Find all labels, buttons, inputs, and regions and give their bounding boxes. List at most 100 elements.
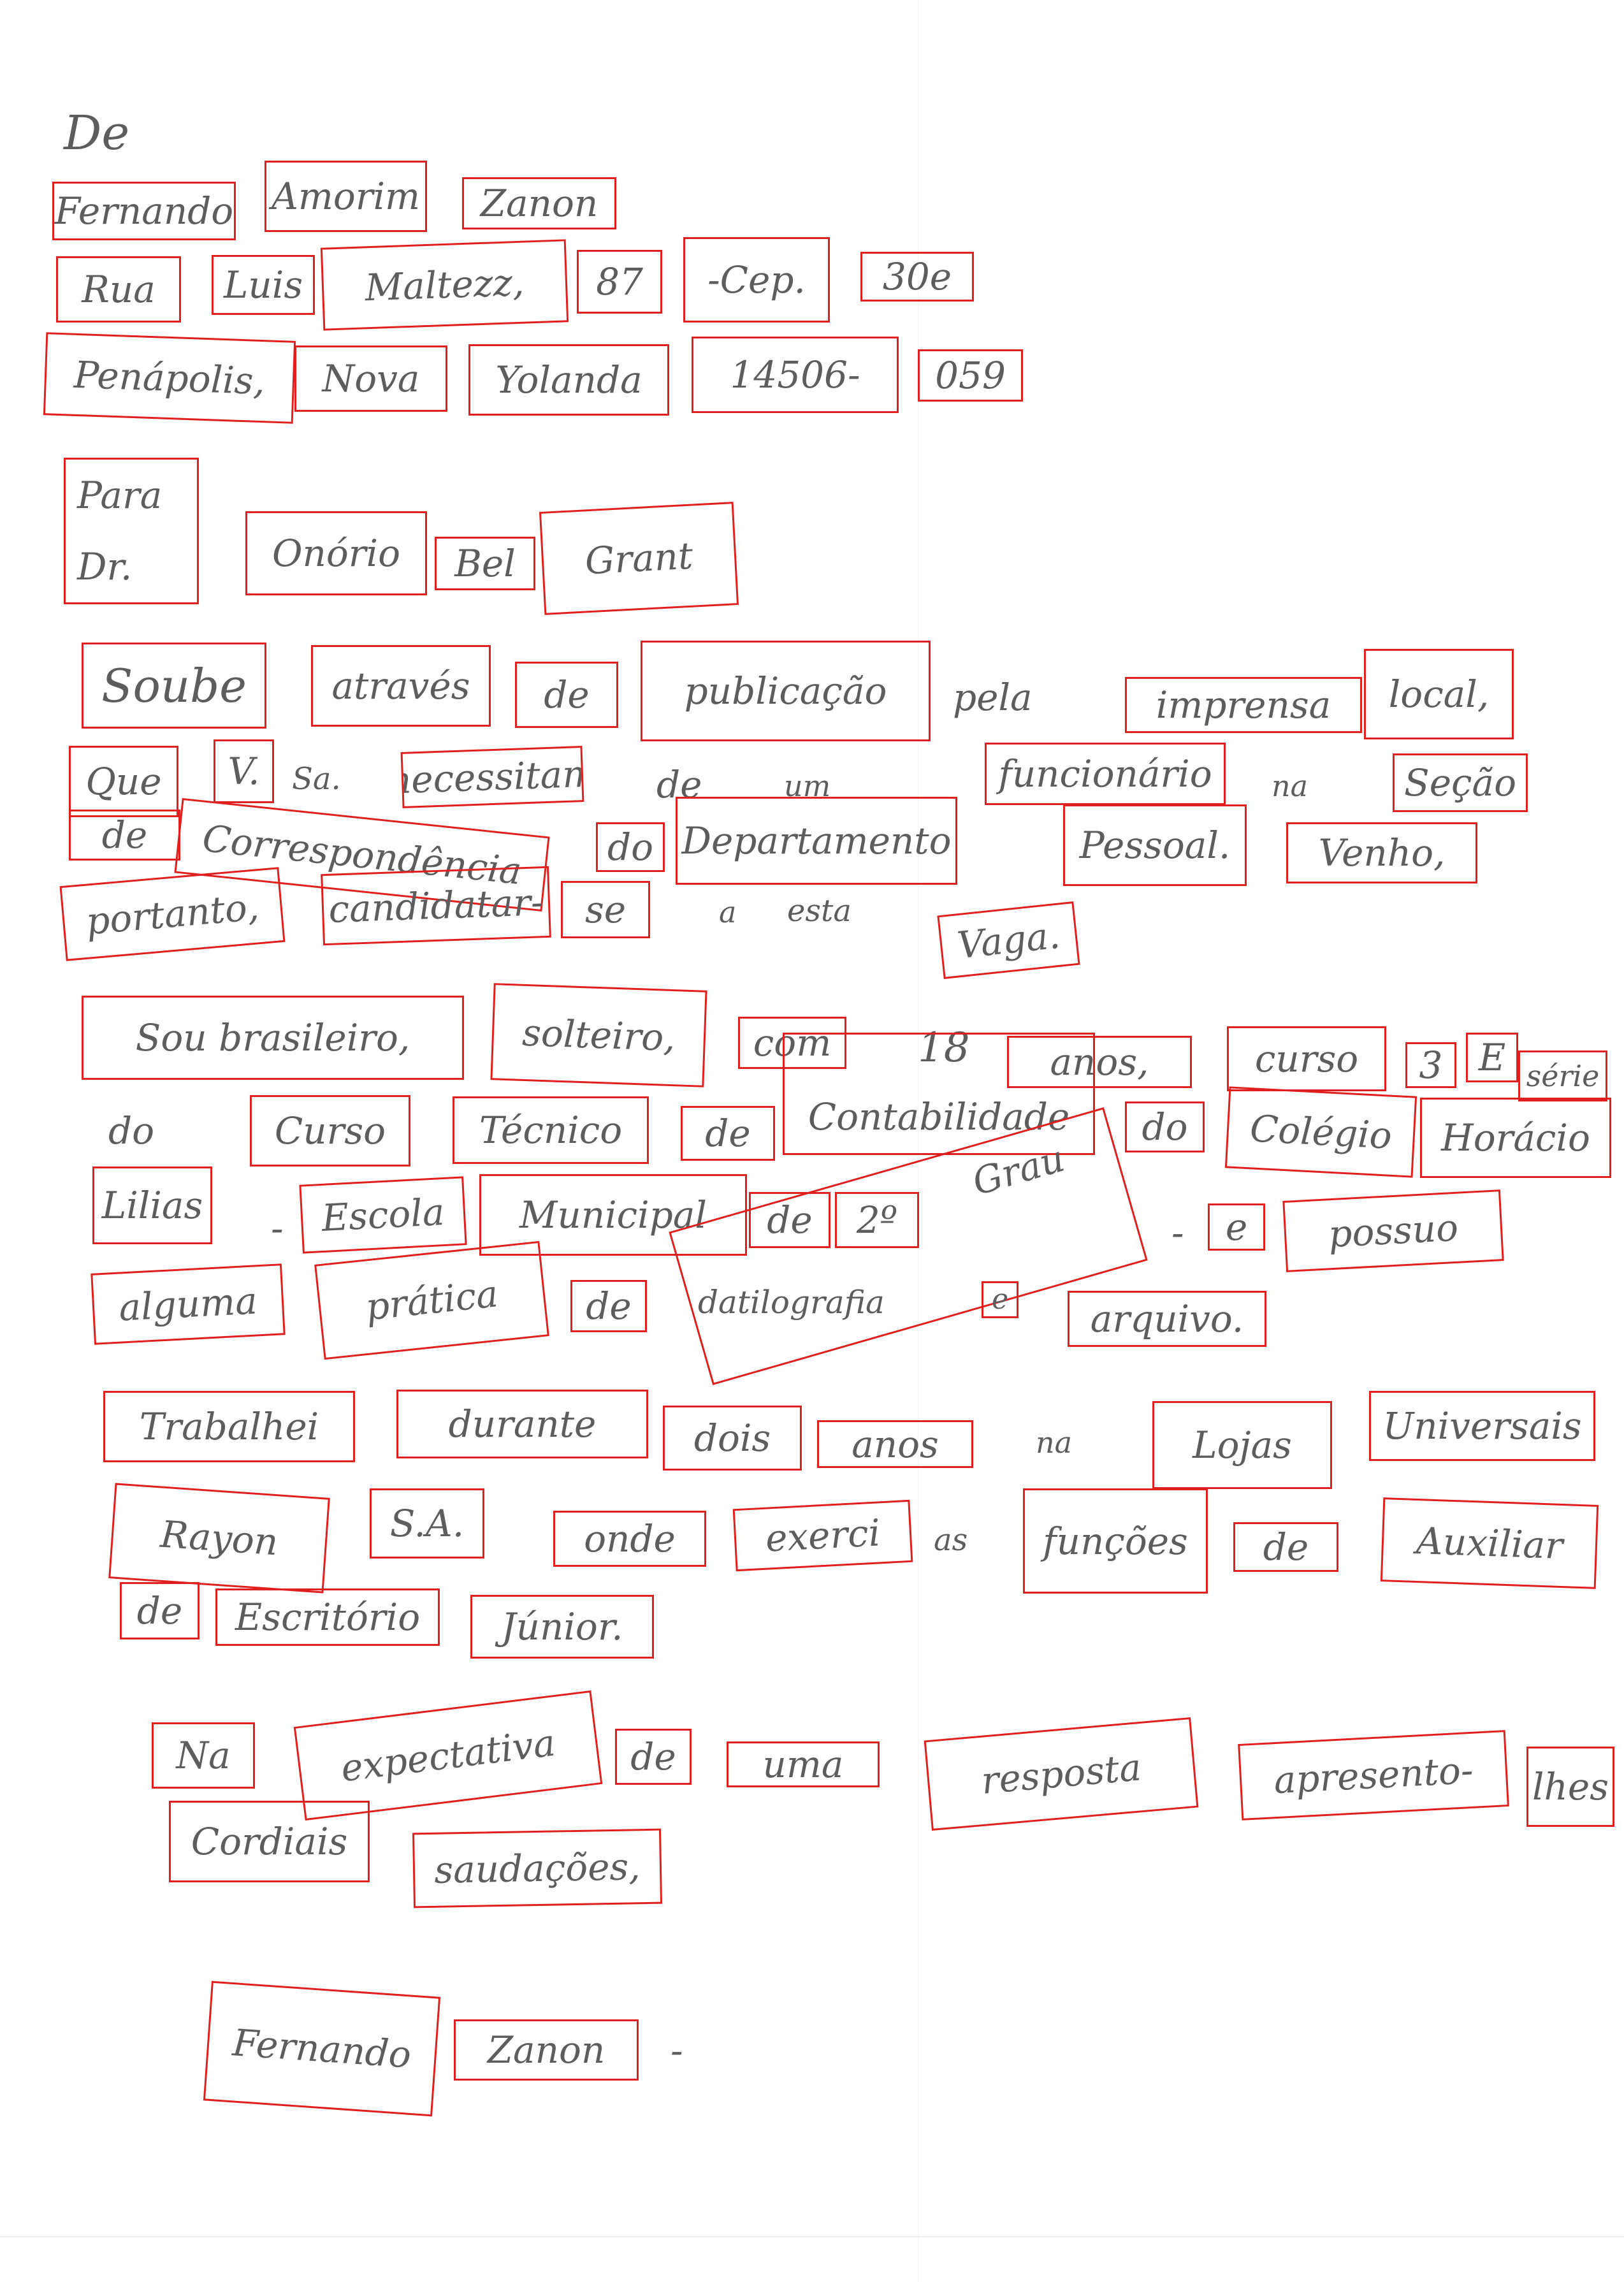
word-box: Técnico bbox=[453, 1096, 649, 1164]
word-text: datilografia bbox=[698, 1284, 885, 1321]
word-text: a bbox=[719, 895, 737, 929]
word-box: de bbox=[681, 1106, 775, 1161]
word-box: e bbox=[1208, 1203, 1265, 1251]
word-box: imprensa bbox=[1125, 677, 1362, 733]
word-box: Nova bbox=[294, 345, 447, 412]
word-box: Na bbox=[152, 1722, 255, 1789]
word-box: publicação bbox=[641, 641, 931, 741]
word-box: Escritório bbox=[215, 1588, 440, 1646]
word-box: Curso bbox=[250, 1095, 410, 1166]
word-text: - bbox=[1171, 1211, 1184, 1254]
word-box: Yolanda bbox=[468, 344, 669, 416]
greeting-text: De bbox=[64, 106, 130, 161]
word-box: Que bbox=[69, 746, 178, 817]
word-box: Soube bbox=[82, 643, 266, 729]
letter-page: De Fernando Amorim Zanon Rua Luis Maltez… bbox=[0, 0, 1624, 2282]
word-box: possuo bbox=[1282, 1189, 1504, 1272]
word-box: Colégio bbox=[1224, 1086, 1417, 1178]
word-box: do bbox=[1125, 1101, 1205, 1152]
word-box: Fernando bbox=[52, 182, 236, 240]
word-box: funções bbox=[1023, 1488, 1208, 1594]
word-box: Lilias bbox=[92, 1166, 212, 1244]
word-box: apresento- bbox=[1238, 1730, 1509, 1821]
word-text: Dr. bbox=[77, 545, 133, 588]
word-box: dois bbox=[663, 1406, 802, 1471]
word-box: de bbox=[515, 662, 618, 728]
word-box: Onório bbox=[245, 511, 427, 595]
word-box: Pessoal. bbox=[1063, 804, 1247, 886]
word-box: funcionário bbox=[985, 743, 1226, 805]
word-box: Luis bbox=[212, 255, 315, 315]
word-box: durante bbox=[396, 1390, 648, 1458]
word-box: candidatar- bbox=[321, 866, 551, 946]
word-box: curso bbox=[1227, 1026, 1386, 1091]
word-box: necessitam bbox=[400, 746, 584, 808]
word-box: Seção bbox=[1393, 753, 1528, 812]
word-text: esta bbox=[787, 893, 852, 929]
word-box: lhes bbox=[1526, 1747, 1614, 1827]
word-box: 3 bbox=[1405, 1042, 1456, 1088]
word-box: Rua bbox=[56, 256, 181, 323]
word-box: onde bbox=[553, 1511, 706, 1567]
signature-last-name-box: Zanon bbox=[454, 2019, 639, 2081]
word-box: uma bbox=[727, 1741, 880, 1787]
word-text: Sa. bbox=[292, 761, 341, 797]
word-box: Grant bbox=[539, 502, 739, 615]
word-box: Maltezz, bbox=[320, 239, 569, 331]
word-box: arquivo. bbox=[1068, 1291, 1266, 1347]
word-box: Auxiliar bbox=[1380, 1497, 1599, 1589]
word-box: 14506- bbox=[692, 337, 899, 413]
word-box: E bbox=[1466, 1033, 1518, 1082]
word-box: Rayon bbox=[108, 1483, 330, 1594]
word-text: - bbox=[271, 1207, 284, 1250]
word-box: Cordiais bbox=[169, 1801, 370, 1882]
word-box: de bbox=[570, 1280, 647, 1332]
word-box: Trabalhei bbox=[103, 1391, 355, 1462]
word-box: alguma bbox=[91, 1263, 286, 1345]
word-text: pela bbox=[953, 676, 1033, 719]
word-text: do bbox=[108, 1109, 155, 1152]
word-box: Júnior. bbox=[470, 1595, 654, 1659]
word-box: de bbox=[615, 1729, 692, 1785]
word-box: solteiro, bbox=[490, 983, 707, 1087]
word-box: e bbox=[982, 1281, 1019, 1318]
word-box: V. bbox=[214, 739, 274, 803]
word-box: Penápolis, bbox=[43, 332, 296, 424]
word-text: as bbox=[934, 1522, 968, 1558]
word-box: 87 bbox=[577, 250, 662, 314]
signature-first-name-box: Fernando bbox=[203, 1980, 441, 2117]
word-box: Escola bbox=[299, 1176, 467, 1254]
word-box: do bbox=[596, 822, 665, 872]
word-box: série bbox=[1518, 1050, 1607, 1101]
signature-dash: - bbox=[671, 2029, 683, 2072]
word-box: Lojas bbox=[1152, 1401, 1332, 1489]
word-box: de bbox=[1233, 1522, 1338, 1572]
word-box: S.A. bbox=[370, 1488, 484, 1559]
word-box: de bbox=[120, 1582, 199, 1639]
word-text: na bbox=[1272, 769, 1309, 803]
word-box: Amorim bbox=[265, 161, 427, 232]
word-box: através bbox=[311, 645, 491, 727]
word-box: portanto, bbox=[59, 867, 286, 961]
word-box: Zanon bbox=[462, 177, 616, 229]
word-box: se bbox=[561, 881, 650, 938]
scan-bottom-edge bbox=[0, 2236, 1624, 2237]
word-text: brasileiro, bbox=[219, 1016, 410, 1059]
word-box: anos bbox=[817, 1420, 973, 1468]
word-box: de bbox=[69, 810, 180, 861]
word-box: Horácio bbox=[1420, 1098, 1611, 1178]
word-box: Vaga. bbox=[937, 901, 1080, 979]
word-box: 059 bbox=[918, 349, 1023, 402]
word-text: na bbox=[1036, 1425, 1073, 1460]
word-box: 30e bbox=[860, 252, 974, 302]
word-box: Venho, bbox=[1286, 822, 1477, 883]
word-box: local, bbox=[1364, 649, 1514, 739]
word-box: exerci bbox=[732, 1499, 913, 1572]
word-box: prática bbox=[314, 1240, 549, 1360]
word-text: Para bbox=[77, 474, 163, 517]
word-box: Sou brasileiro, bbox=[82, 996, 464, 1080]
word-box: -Cep. bbox=[683, 237, 830, 323]
word-box: resposta bbox=[924, 1717, 1199, 1831]
word-box: saudações, bbox=[412, 1828, 662, 1908]
word-text: Sou bbox=[135, 1016, 207, 1059]
